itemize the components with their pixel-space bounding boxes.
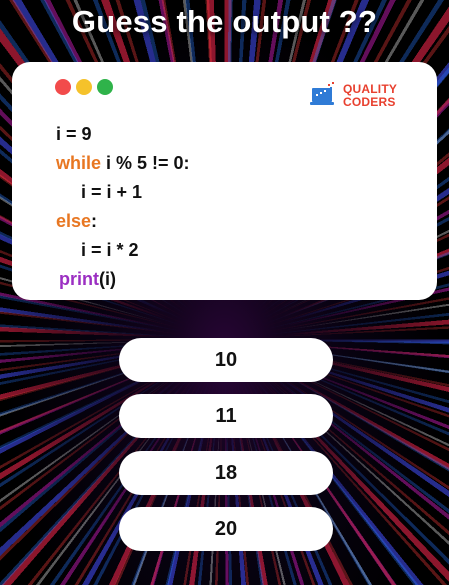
keyword-else: else — [56, 211, 92, 231]
answer-option-1[interactable]: 10 — [119, 338, 333, 382]
window-controls — [55, 79, 113, 95]
green-dot-icon — [97, 79, 113, 95]
code-block: i = 9 while i % 5 != 0: i = i + 1 else: … — [56, 120, 190, 294]
code-line-3: i = i + 1 — [56, 178, 190, 207]
code-line-4: else: — [56, 207, 190, 236]
keyword-while: while — [56, 153, 102, 173]
keyword-print: print — [59, 269, 99, 289]
code-text: i = i + 1 — [81, 182, 143, 202]
answer-option-4[interactable]: 20 — [119, 507, 333, 551]
code-line-5: i = i * 2 — [56, 236, 190, 265]
code-text: (i) — [99, 269, 116, 289]
answer-option-2[interactable]: 11 — [119, 394, 333, 438]
code-line-1: i = 9 — [56, 120, 190, 149]
code-line-2: while i % 5 != 0: — [56, 149, 190, 178]
code-text: : — [91, 211, 98, 231]
code-line-6: print(i) — [56, 265, 190, 294]
code-text: i % 5 != 0: — [101, 153, 190, 173]
code-text: i = 9 — [56, 124, 92, 144]
code-text: i = i * 2 — [81, 240, 139, 260]
red-dot-icon — [55, 79, 71, 95]
laptop-chart-icon — [310, 82, 334, 105]
answer-option-3[interactable]: 18 — [119, 451, 333, 495]
code-card: QUALITY CODERS i = 9 while i % 5 != 0: i… — [12, 62, 437, 300]
logo-text: QUALITY CODERS — [343, 83, 397, 109]
page-title: Guess the output ?? — [71, 4, 378, 39]
logo-line-2: CODERS — [343, 95, 396, 109]
yellow-dot-icon — [76, 79, 92, 95]
quality-coders-logo: QUALITY CODERS — [308, 80, 404, 112]
